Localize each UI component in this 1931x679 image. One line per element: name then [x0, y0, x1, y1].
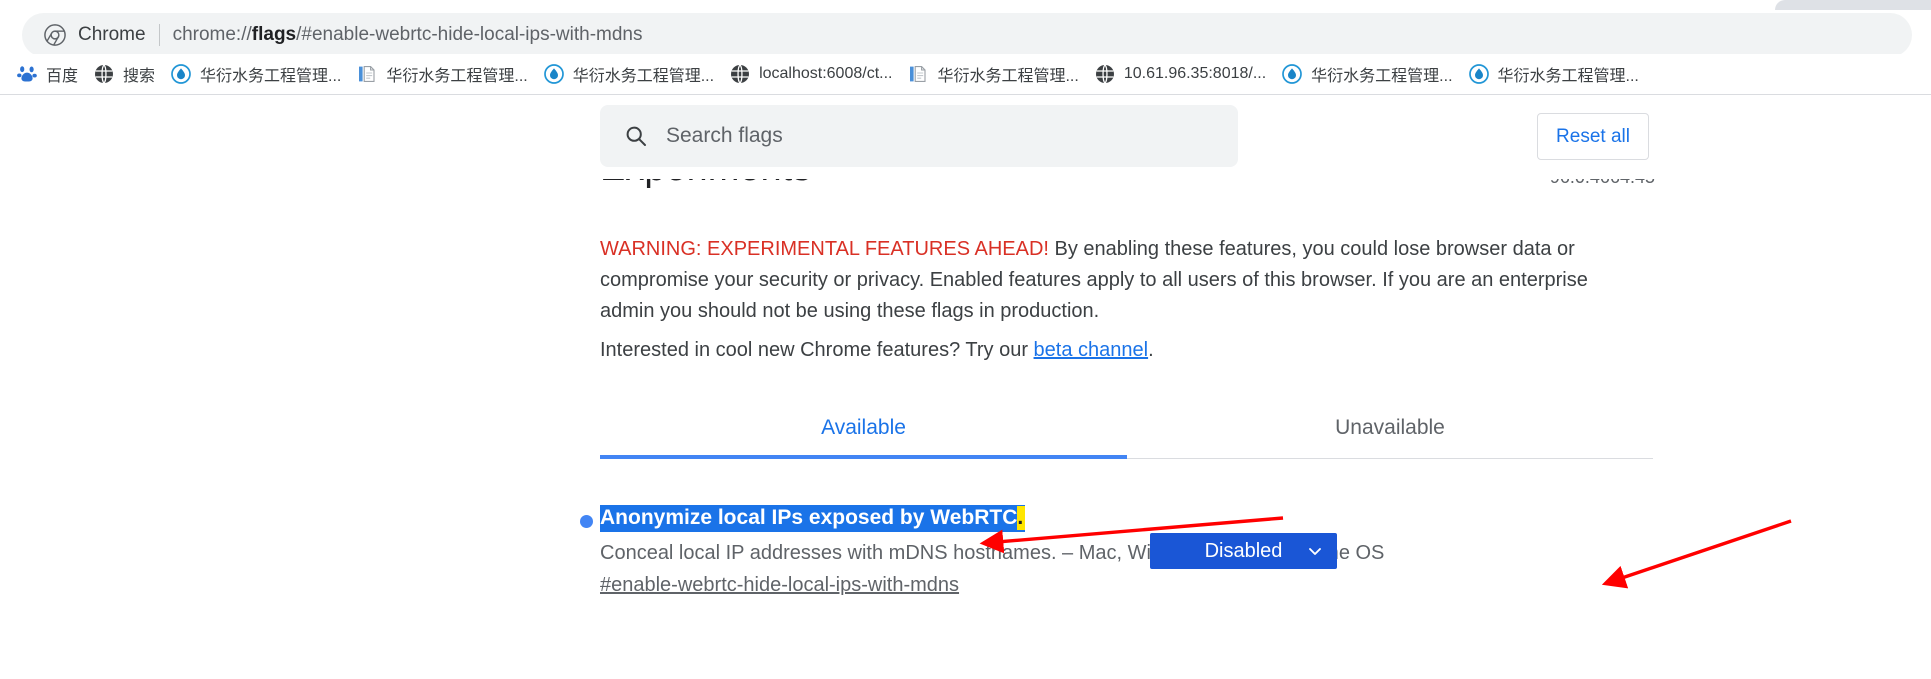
bookmark-item[interactable]: 华衍水务工程管理... — [163, 58, 349, 90]
bookmark-label: 华衍水务工程管理... — [1497, 68, 1639, 85]
baidu-favicon — [17, 64, 37, 84]
search-icon — [624, 124, 648, 148]
water-drop-favicon — [1468, 64, 1489, 84]
reset-all-button[interactable]: Reset all — [1537, 113, 1649, 160]
water-drop-favicon — [1282, 64, 1303, 84]
experiment-title-text: Anonymize local IPs exposed by WebRTC — [600, 506, 1018, 529]
experiment-row: Anonymize local IPs exposed by WebRTC. C… — [580, 503, 1660, 623]
tab-available[interactable]: Available — [600, 397, 1127, 458]
bookmark-item[interactable]: 华衍水务工程管理... — [1274, 58, 1460, 90]
toolbar-divider — [0, 94, 1931, 95]
flags-page: Reset all Experiments 96.0.4664.45 WARNI… — [0, 94, 1931, 679]
omnibox-separator — [158, 24, 160, 46]
search-flags-box[interactable] — [600, 105, 1238, 167]
bookmark-item[interactable]: 10.61.96.35:8018/... — [1087, 58, 1274, 90]
experiment-title-highlight-tail: . — [1017, 506, 1026, 530]
bookmark-label: 华衍水务工程管理... — [572, 68, 715, 85]
chrome-logo-icon — [44, 24, 66, 46]
url-bold-segment: flags — [251, 24, 297, 45]
flags-content: Experiments 96.0.4664.45 WARNING: EXPERI… — [0, 179, 1931, 679]
bookmark-label: 华衍水务工程管理... — [1311, 68, 1453, 85]
bookmark-item[interactable]: 华衍水务工程管理... — [900, 58, 1086, 90]
bookmark-item[interactable]: 华衍水务工程管理... — [1461, 58, 1647, 90]
bookmark-label: 华衍水务工程管理... — [200, 68, 342, 85]
bookmark-label: 10.61.96.35:8018/... — [1123, 65, 1267, 82]
url-prefix: chrome:// — [172, 24, 252, 45]
bookmark-item[interactable]: 华衍水务工程管理... — [349, 58, 535, 90]
page-title: Experiments — [600, 179, 811, 190]
chevron-down-icon — [1307, 543, 1323, 559]
omnibox-brand-label: Chrome — [78, 24, 146, 45]
bookmark-label: localhost:6008/ct... — [759, 65, 893, 82]
search-input[interactable] — [664, 105, 1238, 167]
globe-favicon — [94, 64, 114, 84]
browser-window: Chrome chrome://flags/#enable-webrtc-hid… — [0, 0, 1931, 679]
tab-selected-indicator — [600, 455, 1127, 459]
experiment-state-label: Disabled — [1204, 539, 1283, 562]
chrome-version-label: 96.0.4664.45 — [1550, 179, 1655, 188]
flags-search-row: Reset all — [0, 105, 1931, 179]
bookmark-label: 搜索 — [123, 68, 156, 85]
bookmark-item[interactable]: 华衍水务工程管理... — [536, 58, 722, 90]
experiment-status-dot — [580, 515, 593, 528]
document-favicon — [357, 64, 377, 84]
bookmark-item[interactable]: localhost:6008/ct... — [722, 58, 900, 90]
beta-text-before: Interested in cool new Chrome features? … — [600, 339, 1034, 361]
beta-channel-line: Interested in cool new Chrome features? … — [600, 339, 1500, 362]
flags-tabs: Available Unavailable — [600, 397, 1653, 459]
globe-favicon — [1095, 64, 1115, 84]
bookmark-item[interactable]: 百度 — [9, 58, 86, 90]
beta-text-after: . — [1148, 339, 1154, 361]
globe-favicon — [730, 64, 750, 84]
bookmark-item[interactable]: 搜索 — [86, 58, 163, 90]
bookmark-label: 华衍水务工程管理... — [386, 68, 528, 85]
experimental-warning: WARNING: EXPERIMENTAL FEATURES AHEAD! By… — [600, 234, 1638, 327]
tab-unavailable[interactable]: Unavailable — [1127, 397, 1653, 458]
bookmark-label: 华衍水务工程管理... — [937, 68, 1079, 85]
water-drop-favicon — [543, 64, 564, 84]
bookmarks-bar: 百度 搜索 华衍水务工程管理... 华衍水务工程管理... 华衍水务工程管理... loc… — [0, 54, 1931, 94]
water-drop-favicon — [171, 64, 191, 84]
experiment-state-select[interactable]: Disabled — [1150, 533, 1337, 569]
bookmark-label: 百度 — [46, 68, 79, 85]
experiments-header: Experiments 96.0.4664.45 — [600, 179, 1655, 207]
warning-strong-text: WARNING: EXPERIMENTAL FEATURES AHEAD! — [600, 238, 1049, 260]
experiment-permalink[interactable]: #enable-webrtc-hide-local-ips-with-mdns — [600, 574, 959, 597]
beta-channel-link[interactable]: beta channel — [1034, 339, 1149, 361]
experiment-title[interactable]: Anonymize local IPs exposed by WebRTC. — [600, 505, 1026, 532]
url-suffix: /#enable-webrtc-hide-local-ips-with-mdns — [296, 24, 643, 45]
address-bar[interactable]: Chrome chrome://flags/#enable-webrtc-hid… — [22, 13, 1912, 57]
document-favicon — [908, 64, 928, 84]
omnibox-url: chrome://flags/#enable-webrtc-hide-local… — [173, 24, 643, 46]
